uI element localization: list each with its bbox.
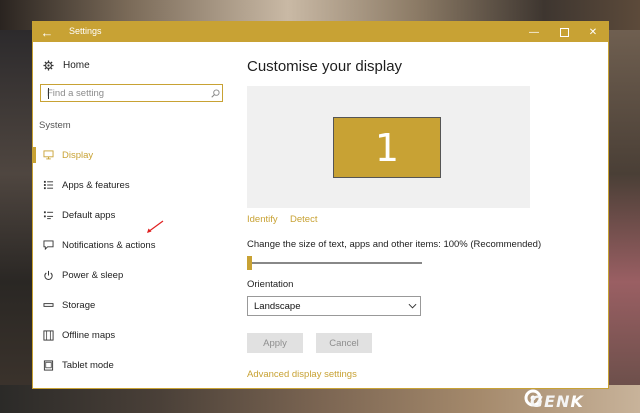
home-label: Home (63, 59, 90, 71)
close-icon: ✕ (588, 26, 598, 38)
orientation-value: Landscape (254, 300, 301, 312)
search-placeholder: Find a setting (47, 87, 105, 99)
detect-link[interactable]: Detect (290, 214, 317, 225)
text-cursor (48, 88, 49, 99)
desktop-background-left (0, 30, 32, 390)
settings-window: ← Settings — ✕ Home Find a setting Syste… (32, 21, 609, 389)
orientation-label: Orientation (247, 279, 294, 290)
apps-list-icon (41, 180, 55, 190)
sidebar-item-display[interactable]: Display (33, 147, 233, 163)
monitor-icon (41, 150, 55, 160)
tablet-icon (41, 359, 55, 371)
back-button[interactable]: ← (33, 22, 61, 42)
identify-link[interactable]: Identify (247, 214, 278, 225)
search-input[interactable]: Find a setting (40, 84, 223, 102)
map-icon (41, 329, 55, 341)
logo-text: GEN (530, 392, 571, 411)
sidebar-item-label: Storage (62, 299, 96, 311)
minimize-icon: — (529, 26, 539, 38)
cancel-button[interactable]: Cancel (316, 333, 372, 353)
sidebar-item-label: Power & sleep (62, 269, 124, 281)
sidebar-item-label: Offline maps (62, 329, 116, 341)
orientation-dropdown[interactable]: Landscape (247, 296, 421, 316)
sidebar-item-label: Display (62, 149, 94, 161)
power-icon (41, 270, 55, 281)
maximize-icon (559, 27, 569, 37)
sidebar-item-label: Tablet mode (62, 359, 114, 371)
scale-slider-thumb[interactable] (247, 256, 252, 270)
sidebar-item-storage[interactable]: Storage (33, 297, 233, 313)
sidebar-item-apps-features[interactable]: Apps & features (33, 177, 233, 193)
close-button[interactable]: ✕ (578, 22, 608, 42)
sidebar-item-default-apps[interactable]: Default apps (33, 207, 233, 223)
title-bar: ← Settings — ✕ (33, 22, 608, 42)
gear-icon (41, 59, 55, 71)
sidebar-item-power-sleep[interactable]: Power & sleep (33, 267, 233, 283)
home-link[interactable]: Home (41, 58, 90, 72)
sidebar-item-tablet-mode[interactable]: Tablet mode (33, 357, 233, 373)
back-arrow-icon: ← (40, 24, 54, 40)
window-title: Settings (69, 26, 102, 36)
logo-k: K (570, 392, 584, 411)
advanced-display-settings-link[interactable]: Advanced display settings (247, 369, 357, 380)
monitor-number: 1 (374, 125, 400, 170)
monitor-1-tile[interactable]: 1 (333, 117, 441, 178)
active-indicator (33, 147, 36, 163)
sidebar-item-label: Notifications & actions (62, 239, 156, 251)
scale-slider[interactable] (247, 262, 422, 264)
default-apps-icon (41, 210, 55, 220)
display-preview: 1 (247, 86, 530, 208)
search-icon (208, 88, 222, 98)
sidebar-item-offline-maps[interactable]: Offline maps (33, 327, 233, 343)
maximize-button[interactable] (549, 22, 579, 42)
page-title: Customise your display (247, 58, 403, 75)
storage-icon (41, 300, 55, 310)
annotation-arrow-icon (147, 220, 164, 233)
scale-label: Change the size of text, apps and other … (247, 239, 542, 250)
section-header-system: System (39, 120, 71, 131)
desktop-background-right (608, 30, 640, 390)
notification-icon (41, 240, 55, 250)
chevron-down-icon (404, 303, 420, 309)
sidebar-item-notifications[interactable]: Notifications & actions (33, 237, 233, 253)
apply-button[interactable]: Apply (247, 333, 303, 353)
watermark-logo: GENK (530, 392, 584, 411)
minimize-button[interactable]: — (519, 22, 549, 42)
sidebar-item-label: Default apps (62, 209, 116, 221)
sidebar-item-label: Apps & features (62, 179, 130, 191)
